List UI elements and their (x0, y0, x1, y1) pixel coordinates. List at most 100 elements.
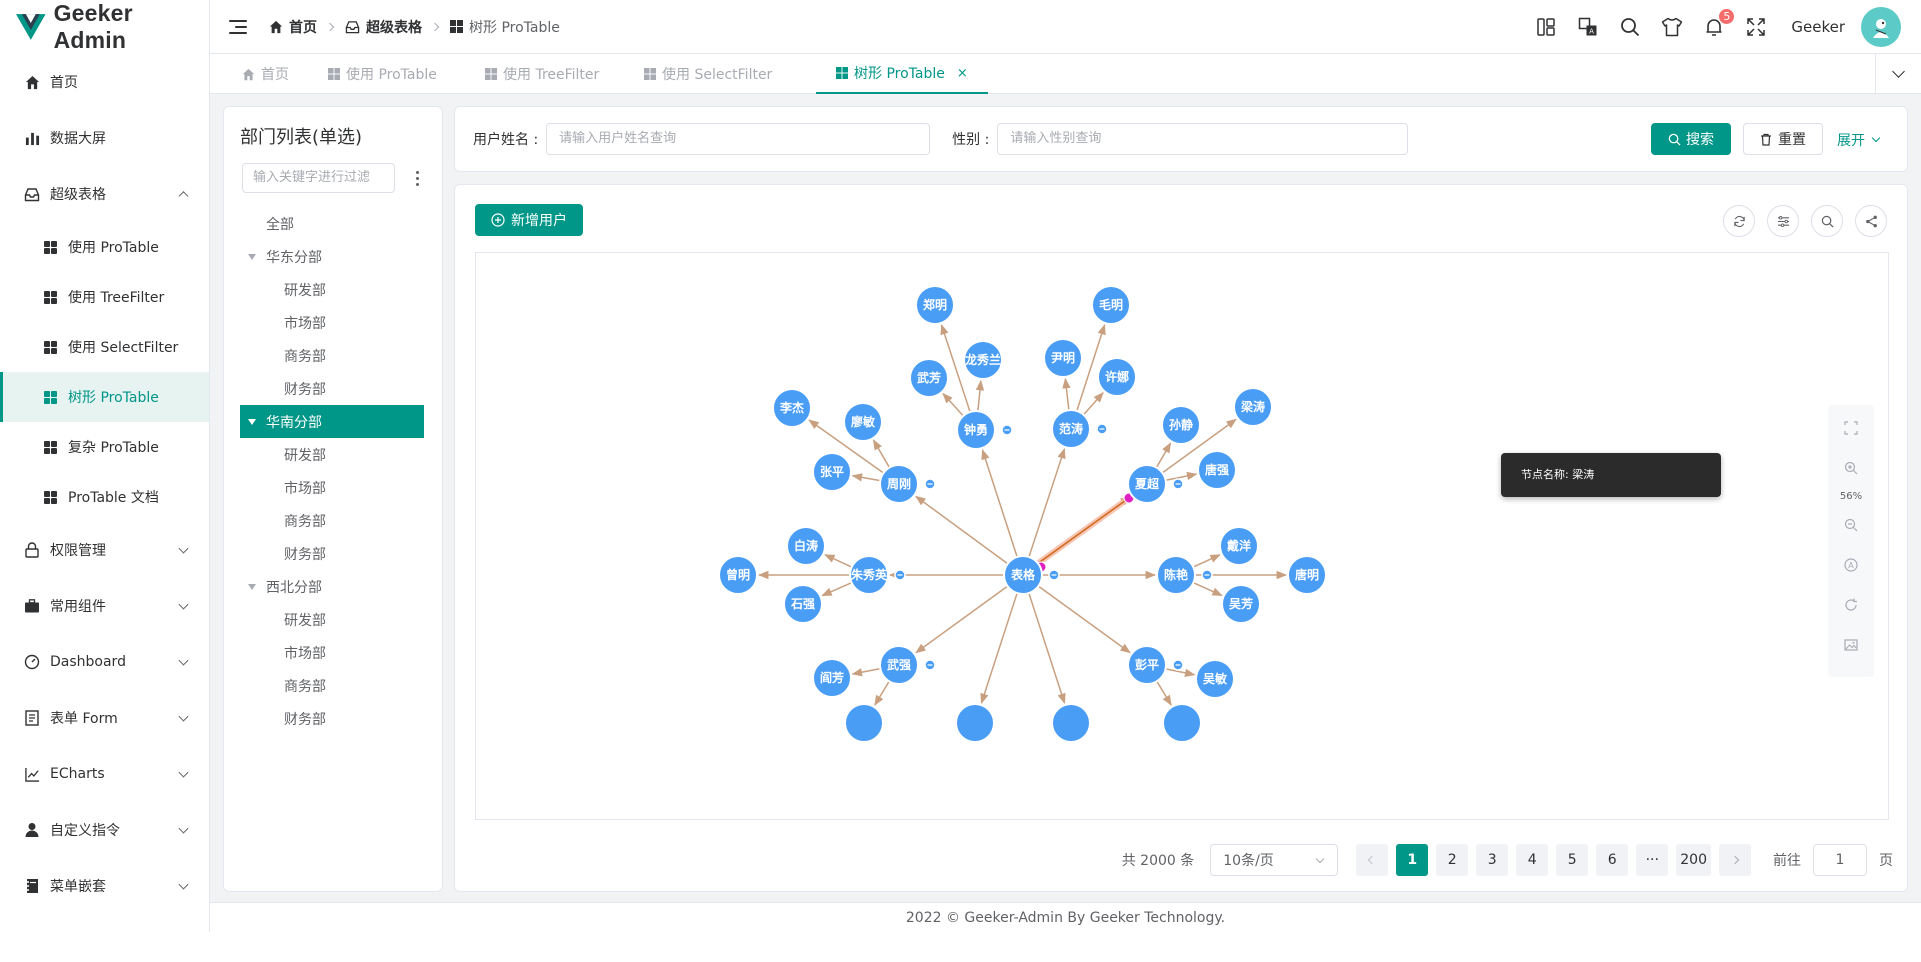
graph-node[interactable]: 唐强 (1197, 450, 1237, 490)
page-button[interactable]: 6 (1596, 844, 1629, 876)
expand-link[interactable]: 展开 (1837, 130, 1881, 150)
search-icon[interactable] (1619, 16, 1641, 38)
graph-node[interactable]: 龙秀兰 (963, 340, 1003, 380)
graph-node[interactable]: 范涛 (1051, 409, 1108, 449)
sidebar-item-super-table[interactable]: 超级表格 (0, 166, 209, 222)
tree-node[interactable]: 市场部 (240, 306, 424, 339)
tree-node[interactable]: 全部 (240, 207, 424, 240)
graph-node[interactable]: 表格 (1003, 555, 1060, 595)
prev-page-button[interactable] (1356, 844, 1389, 876)
logo[interactable]: Geeker Admin (0, 0, 209, 54)
graph-node[interactable]: 廖敏 (843, 402, 883, 442)
tab-protable[interactable]: 使用 ProTable (328, 54, 437, 94)
tree-node[interactable]: 市场部 (240, 636, 424, 669)
tree-node[interactable]: 商务部 (240, 339, 424, 372)
graph-node[interactable]: 尹明 (1043, 338, 1083, 378)
search-button[interactable]: 搜索 (1651, 123, 1731, 155)
tree-node[interactable]: 华东分部 (240, 240, 424, 273)
column-settings-icon[interactable] (1767, 205, 1799, 237)
tabs-more-dropdown[interactable] (1875, 54, 1921, 94)
tree-node[interactable]: 研发部 (240, 603, 424, 636)
caret-down-icon[interactable] (248, 418, 256, 425)
graph-node[interactable]: 钟勇 (956, 410, 1013, 450)
selected-edge[interactable] (1036, 497, 1130, 565)
tree-node[interactable]: 华南分部 (240, 405, 424, 438)
fit-view-icon[interactable] (1842, 419, 1860, 437)
graph-node[interactable]: 李杰 (772, 388, 812, 428)
tab-tree-protable[interactable]: 树形 ProTable × (816, 54, 988, 94)
sidebar-sub-item-tree-protable[interactable]: 树形 ProTable (0, 372, 209, 422)
tab-treefilter[interactable]: 使用 TreeFilter (485, 54, 599, 94)
graph-node[interactable] (1051, 703, 1091, 743)
theme-shirt-icon[interactable] (1661, 16, 1683, 38)
sidebar-sub-item-protable[interactable]: 使用 ProTable (0, 222, 209, 272)
close-icon[interactable]: × (957, 66, 968, 81)
tree-node[interactable]: 西北分部 (240, 570, 424, 603)
bell-icon[interactable]: 5 (1703, 8, 1736, 38)
graph-node[interactable]: 唐明 (1287, 555, 1327, 595)
next-page-button[interactable] (1719, 844, 1751, 876)
download-image-icon[interactable] (1842, 636, 1860, 654)
graph-node[interactable]: 梁涛 (1233, 387, 1273, 427)
graph-node[interactable] (1162, 703, 1202, 743)
graph-node[interactable]: 张平 (812, 452, 852, 492)
username[interactable]: Geeker (1791, 18, 1845, 36)
tree-node[interactable]: 财务部 (240, 537, 424, 570)
page-size-select[interactable]: 10条/页 (1210, 844, 1339, 876)
graph-node[interactable] (955, 703, 995, 743)
sidebar-sub-item-complex-protable[interactable]: 复杂 ProTable (0, 422, 209, 472)
page-button[interactable]: 2 (1436, 844, 1469, 876)
auto-layout-icon[interactable]: A (1842, 556, 1860, 574)
graph-node[interactable]: 曾明 (718, 555, 758, 595)
tab-home[interactable]: 首页 (242, 54, 289, 94)
share-icon[interactable] (1855, 205, 1887, 237)
collapse-menu-icon[interactable] (229, 19, 247, 34)
graph-node[interactable]: 周刚 (879, 464, 936, 504)
tree-filter-input[interactable]: 输入关键字进行过滤 (242, 163, 395, 193)
graph-node[interactable]: 许娜 (1097, 357, 1137, 397)
reset-button[interactable]: 重置 (1743, 123, 1823, 155)
graph-node[interactable]: 彭平 (1127, 645, 1184, 685)
zoom-in-icon[interactable] (1842, 459, 1860, 477)
username-input[interactable]: 请输入用户姓名查询 (546, 123, 931, 155)
page-button[interactable]: 200 (1676, 844, 1711, 876)
page-button[interactable]: 3 (1476, 844, 1509, 876)
add-user-button[interactable]: 新增用户 (475, 204, 583, 236)
page-button[interactable]: 4 (1516, 844, 1549, 876)
graph-node[interactable]: 武强 (879, 645, 936, 685)
refresh-icon[interactable] (1723, 205, 1755, 237)
graph-node[interactable]: 戴洋 (1219, 526, 1259, 566)
refresh-icon[interactable] (1842, 596, 1860, 614)
layout-icon[interactable] (1535, 16, 1557, 38)
graph-node[interactable]: 毛明 (1091, 285, 1131, 325)
relation-graph[interactable]: 表格 郑明 毛明 龙秀兰 尹明 武芳 许娜 李杰 廖敏 钟勇 范涛 孙静 梁涛 张平 周刚 夏超 唐强 白涛 戴洋曾… (475, 252, 1889, 820)
graph-node[interactable]: 白涛 (786, 526, 826, 566)
graph-node[interactable]: 夏超 (1127, 464, 1184, 504)
sidebar-sub-item-treefilter[interactable]: 使用 TreeFilter (0, 272, 209, 322)
graph-node[interactable]: 武芳 (909, 358, 949, 398)
sidebar-item-permissions[interactable]: 权限管理 (0, 522, 209, 578)
search-icon[interactable] (1811, 205, 1843, 237)
tree-node[interactable]: 商务部 (240, 504, 424, 537)
graph-node[interactable]: 朱秀英 (849, 555, 906, 595)
more-pages-button[interactable]: ··· (1636, 844, 1669, 876)
sidebar-item-echarts[interactable]: ECharts (0, 746, 209, 802)
tree-node[interactable]: 市场部 (240, 471, 424, 504)
sidebar-sub-item-protable-docs[interactable]: ProTable 文档 (0, 472, 209, 522)
fullscreen-icon[interactable] (1745, 16, 1767, 38)
graph-node[interactable]: 阎芳 (812, 658, 852, 698)
sidebar-item-data-screen[interactable]: 数据大屏 (0, 110, 209, 166)
caret-down-icon[interactable] (248, 583, 256, 590)
avatar[interactable] (1861, 7, 1901, 47)
breadcrumb-item-super-table[interactable]: 超级表格 (345, 17, 422, 37)
graph-node[interactable]: 孙静 (1161, 405, 1201, 445)
graph-node[interactable] (844, 703, 884, 743)
page-button[interactable]: 5 (1556, 844, 1589, 876)
sidebar-item-components[interactable]: 常用组件 (0, 578, 209, 634)
sidebar-item-directives[interactable]: 自定义指令 (0, 802, 209, 858)
sidebar-item-nested-menu[interactable]: 菜单嵌套 (0, 858, 209, 914)
tree-node[interactable]: 商务部 (240, 669, 424, 702)
tab-selectfilter[interactable]: 使用 SelectFilter (644, 54, 772, 94)
more-vertical-icon[interactable] (411, 170, 424, 186)
graph-node[interactable]: 石强 (783, 584, 823, 624)
